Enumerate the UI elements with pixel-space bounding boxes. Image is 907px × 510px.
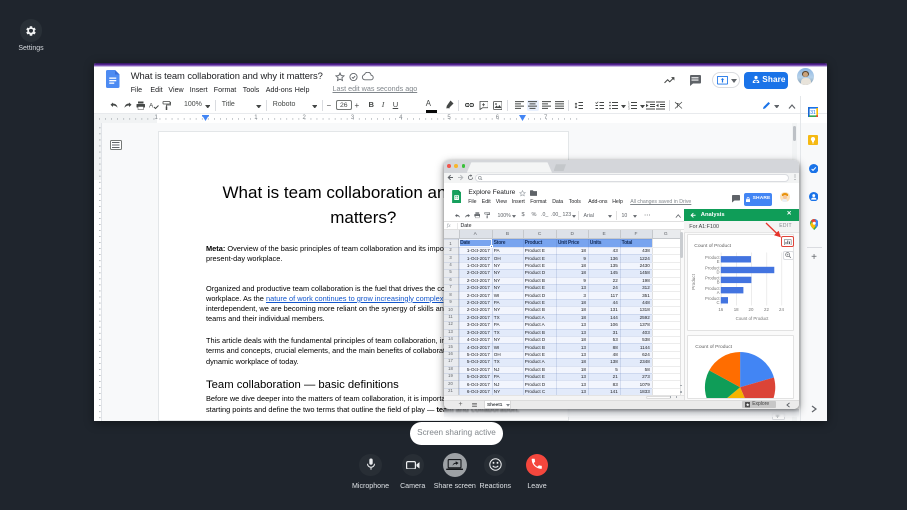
svg-text:16: 16 [718, 307, 723, 312]
svg-text:C: C [716, 300, 719, 305]
svg-text:24: 24 [779, 307, 784, 312]
svg-text:A: A [716, 290, 719, 295]
svg-text:31: 31 [811, 110, 817, 116]
svg-text:3: 3 [628, 107, 630, 110]
svg-text:A: A [149, 102, 154, 109]
svg-text:20: 20 [748, 307, 753, 312]
svg-text:18: 18 [734, 307, 739, 312]
svg-text:Product: Product [691, 274, 696, 291]
svg-text:D: D [716, 270, 719, 275]
svg-text:E: E [716, 259, 719, 264]
svg-text:22: 22 [764, 307, 769, 312]
svg-text:B: B [716, 280, 719, 285]
svg-text:Count of Product: Count of Product [735, 316, 769, 321]
